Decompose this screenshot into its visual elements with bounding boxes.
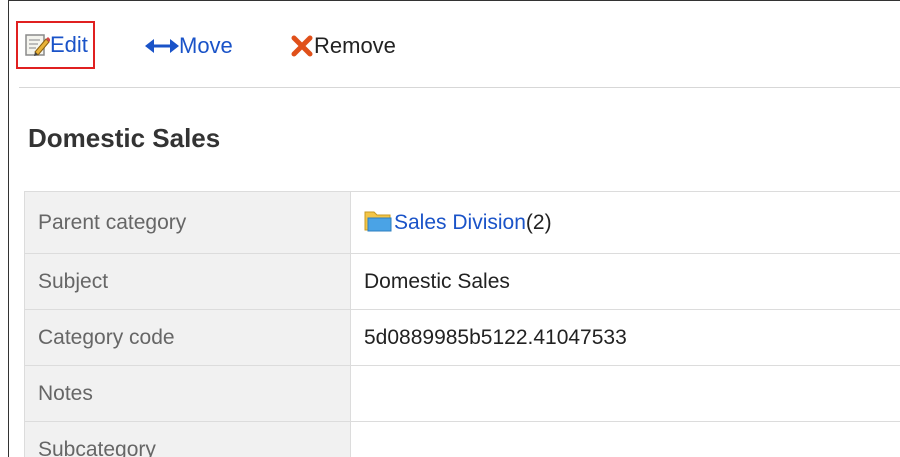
category-details-table: Parent category Sales Division(2) Subjec… <box>24 191 900 457</box>
table-row-subcategory: Subcategory <box>24 421 900 457</box>
content-frame: Edit Move Remove Domestic Sales Parent c… <box>8 0 900 457</box>
parent-category-count: (2) <box>525 210 552 234</box>
edit-pencil-icon <box>24 32 50 58</box>
edit-button[interactable]: Edit <box>16 21 95 69</box>
category-code-value: 5d0889985b5122.41047533 <box>350 309 900 366</box>
move-label: Move <box>179 33 233 58</box>
parent-category-link[interactable]: Sales Division <box>394 211 526 234</box>
toolbar: Edit Move Remove <box>9 15 900 79</box>
table-row-subject: Subject Domestic Sales <box>24 253 900 310</box>
toolbar-divider <box>19 87 900 88</box>
notes-value <box>350 365 900 422</box>
table-row-notes: Notes <box>24 365 900 422</box>
subject-value: Domestic Sales <box>350 253 900 310</box>
folder-icon <box>364 208 392 238</box>
subcategory-label: Subcategory <box>24 421 351 457</box>
subject-label: Subject <box>24 253 351 310</box>
table-row-parent-category: Parent category Sales Division(2) <box>24 191 900 254</box>
edit-label: Edit <box>50 32 88 57</box>
parent-category-label: Parent category <box>24 191 351 254</box>
page-title: Domestic Sales <box>28 123 221 153</box>
subcategory-value <box>350 421 900 457</box>
parent-category-value: Sales Division(2) <box>350 191 900 254</box>
remove-label: Remove <box>314 33 396 58</box>
x-mark-icon <box>290 34 314 58</box>
move-button[interactable]: Move <box>145 26 233 66</box>
double-arrow-icon <box>145 36 179 56</box>
category-code-label: Category code <box>24 309 351 366</box>
notes-label: Notes <box>24 365 351 422</box>
table-row-category-code: Category code 5d0889985b5122.41047533 <box>24 309 900 366</box>
remove-button[interactable]: Remove <box>290 26 396 66</box>
